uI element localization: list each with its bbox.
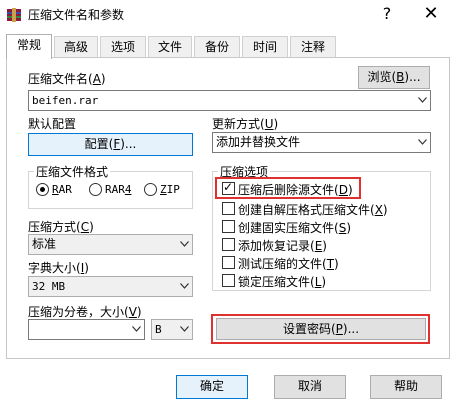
- radio-zip-label[interactable]: ZIP: [160, 183, 180, 196]
- update-mode-label: 更新方式(U): [212, 117, 279, 131]
- recovery-label[interactable]: 添加恢复记录(E): [238, 237, 327, 254]
- radio-rar-label[interactable]: RAR: [52, 183, 72, 196]
- split-unit-select[interactable]: B: [151, 319, 193, 340]
- close-icon[interactable]: ✕: [420, 3, 442, 25]
- solid-label[interactable]: 创建固实压缩文件(S): [238, 219, 351, 236]
- tab-options[interactable]: 选项: [100, 36, 146, 58]
- archive-name-value: beifen.rar: [32, 94, 99, 107]
- title-bar: 压缩文件名和参数 ? ✕: [0, 0, 456, 30]
- tab-advanced[interactable]: 高级: [54, 36, 98, 58]
- tab-bar: 常规 高级 选项 文件 备份 时间 注释: [6, 34, 450, 59]
- method-select[interactable]: 标准: [28, 234, 193, 255]
- dictionary-value: 32 MB: [32, 280, 66, 293]
- chevron-down-icon: [132, 326, 141, 332]
- tab-general[interactable]: 常规: [6, 34, 52, 59]
- help-button[interactable]: 帮助: [370, 375, 442, 399]
- recovery-checkbox[interactable]: [222, 238, 235, 251]
- tab-files[interactable]: 文件: [148, 36, 192, 58]
- set-password-highlight: [211, 314, 430, 344]
- tab-time[interactable]: 时间: [242, 36, 288, 58]
- update-mode-value: 添加并替换文件: [216, 135, 301, 149]
- browse-button[interactable]: 浏览(B)...: [358, 66, 430, 89]
- archive-name-input[interactable]: beifen.rar: [28, 90, 431, 111]
- delete-after-highlight: [215, 177, 361, 199]
- ok-button[interactable]: 确定: [176, 375, 248, 399]
- solid-checkbox[interactable]: [222, 220, 235, 233]
- window-title: 压缩文件名和参数: [28, 8, 125, 22]
- help-icon[interactable]: ?: [376, 3, 398, 25]
- radio-rar4-label[interactable]: RAR4: [105, 183, 132, 196]
- update-mode-select[interactable]: 添加并替换文件: [212, 132, 431, 153]
- profiles-button[interactable]: 配置(F)...: [28, 133, 193, 156]
- split-label: 压缩为分卷，大小(V): [28, 305, 142, 319]
- split-size-input[interactable]: [28, 319, 145, 340]
- radio-zip[interactable]: [144, 183, 157, 196]
- dictionary-label: 字典大小(I): [28, 261, 89, 275]
- chevron-down-icon: [418, 139, 427, 145]
- radio-rar[interactable]: [36, 183, 49, 196]
- profile-label: 默认配置: [28, 117, 77, 131]
- archive-name-label: 压缩文件名(A): [28, 72, 106, 86]
- dictionary-select[interactable]: 32 MB: [28, 276, 193, 297]
- chevron-down-icon[interactable]: [418, 97, 427, 103]
- method-label: 压缩方式(C): [28, 220, 94, 234]
- chevron-down-icon: [180, 326, 189, 332]
- cancel-button[interactable]: 取消: [274, 375, 346, 399]
- sfx-label[interactable]: 创建自解压格式压缩文件(X): [238, 201, 388, 218]
- test-checkbox[interactable]: [222, 256, 235, 269]
- winrar-icon: [7, 8, 21, 22]
- test-label[interactable]: 测试压缩的文件(T): [238, 255, 339, 272]
- tab-backup[interactable]: 备份: [194, 36, 240, 58]
- lock-label[interactable]: 锁定压缩文件(L): [238, 273, 326, 290]
- radio-rar4[interactable]: [89, 183, 102, 196]
- split-unit-value: B: [155, 323, 162, 336]
- method-value: 标准: [32, 237, 57, 251]
- chevron-down-icon: [180, 283, 189, 289]
- tab-comment[interactable]: 注释: [290, 36, 336, 58]
- sfx-checkbox[interactable]: [222, 202, 235, 215]
- lock-checkbox[interactable]: [222, 274, 235, 287]
- archive-format-title: 压缩文件格式: [34, 163, 111, 180]
- chevron-down-icon: [180, 241, 189, 247]
